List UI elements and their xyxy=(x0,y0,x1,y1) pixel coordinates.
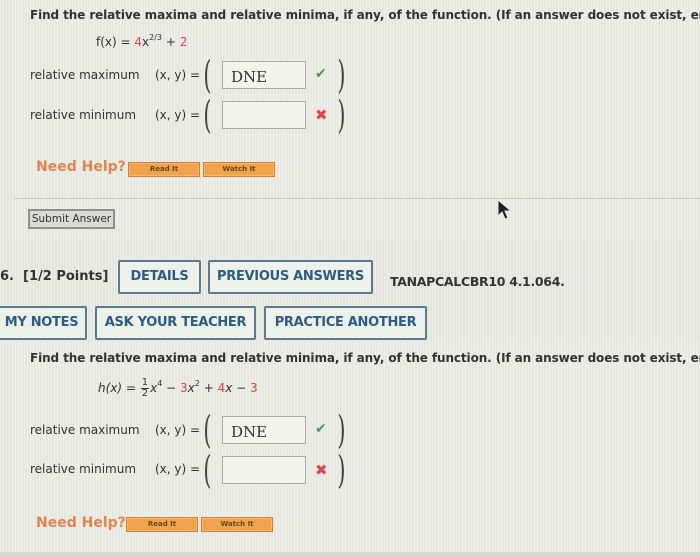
relative-minimum-input[interactable] xyxy=(222,101,306,129)
cross-icon: ✖ xyxy=(315,106,328,124)
function-lhs: h(x) = xyxy=(98,381,140,395)
open-paren: ( xyxy=(203,93,212,137)
previous-answers-button[interactable]: PREVIOUS ANSWERS xyxy=(208,260,373,294)
fraction: 12 xyxy=(140,378,150,399)
question-number: 6. xyxy=(0,269,14,284)
relative-maximum-input[interactable] xyxy=(222,416,306,444)
check-icon: ✔ xyxy=(315,66,327,82)
question-1-prompt: Find the relative maxima and relative mi… xyxy=(30,8,700,22)
relative-minimum-label: relative minimum xyxy=(30,462,137,476)
close-paren: ) xyxy=(337,448,346,492)
relative-maximum-input[interactable] xyxy=(222,61,306,89)
watch-it-button[interactable]: Watch It xyxy=(201,517,273,532)
function-lhs: f(x) = xyxy=(96,35,135,49)
close-paren: ) xyxy=(337,93,346,137)
relative-minimum-label: relative minimum xyxy=(30,108,137,122)
xy-label: (x, y) = xyxy=(155,423,201,437)
op1: − xyxy=(162,381,181,395)
details-button[interactable]: DETAILS xyxy=(118,260,201,294)
problem-id: TANAPCALCBR10 4.1.064. xyxy=(390,274,565,289)
relative-minimum-input[interactable] xyxy=(222,456,306,484)
my-notes-button[interactable]: MY NOTES xyxy=(0,306,87,340)
question-1-function: f(x) = 4x2/3 + 2 xyxy=(96,33,187,49)
close-paren: ) xyxy=(337,53,346,97)
fraction-denominator: 2 xyxy=(141,388,149,399)
function-exponent: 2/3 xyxy=(149,33,162,42)
question-2-prompt: Find the relative maxima and relative mi… xyxy=(30,351,700,365)
op3: − xyxy=(232,381,250,395)
function-coef: 4 xyxy=(134,35,143,49)
open-paren: ( xyxy=(203,53,212,97)
divider xyxy=(14,198,700,199)
watch-it-button[interactable]: Watch It xyxy=(203,162,275,177)
op2: + xyxy=(199,381,218,395)
open-paren: ( xyxy=(203,408,212,452)
function-const: 2 xyxy=(179,35,188,49)
read-it-button[interactable]: Read It xyxy=(128,162,200,177)
coef2: 3 xyxy=(180,381,188,395)
bottom-border xyxy=(0,552,700,557)
close-paren: ) xyxy=(337,408,346,452)
function-op: + xyxy=(162,35,180,49)
practice-another-button[interactable]: PRACTICE ANOTHER xyxy=(264,306,427,340)
relative-maximum-label: relative maximum xyxy=(30,423,140,437)
need-help-label: Need Help? xyxy=(36,159,126,175)
relative-maximum-label: relative maximum xyxy=(30,68,140,82)
question-points: [1/2 Points] xyxy=(23,269,109,284)
open-paren: ( xyxy=(203,448,212,492)
xy-label: (x, y) = xyxy=(155,68,201,82)
read-it-button[interactable]: Read It xyxy=(126,517,198,532)
const: 3 xyxy=(250,381,258,395)
need-help-label: Need Help? xyxy=(36,515,126,531)
term2-var: x xyxy=(187,381,195,395)
submit-answer-button[interactable]: Submit Answer xyxy=(28,209,115,229)
mouse-cursor-icon xyxy=(497,199,513,220)
check-icon: ✔ xyxy=(315,421,327,437)
ask-your-teacher-button[interactable]: ASK YOUR TEACHER xyxy=(95,306,256,340)
cross-icon: ✖ xyxy=(315,461,328,479)
xy-label: (x, y) = xyxy=(155,108,201,122)
xy-label: (x, y) = xyxy=(155,462,201,476)
question-2-number: 6. [1/2 Points] xyxy=(0,269,108,284)
question-2-function: h(x) = 1 2 x4 − 3x2 + 4x − 3 xyxy=(98,378,258,399)
